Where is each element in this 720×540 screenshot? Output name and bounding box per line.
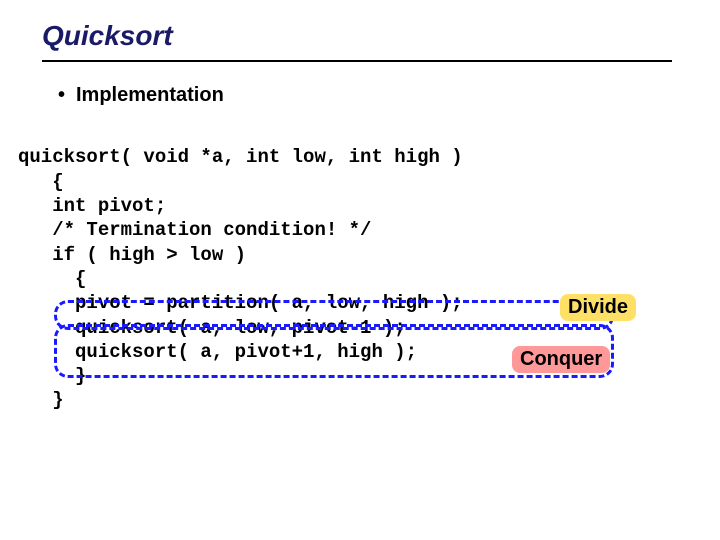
divide-label: Divide: [560, 294, 636, 321]
code-line: /* Termination condition! */: [18, 219, 371, 241]
bullet-dot: •: [58, 84, 76, 107]
slide: Quicksort •Implementation quicksort( voi…: [0, 0, 720, 540]
code-line: }: [18, 389, 64, 411]
code-line: {: [18, 171, 64, 193]
code-line: if ( high > low ): [18, 244, 246, 266]
bullet-text: Implementation: [76, 84, 224, 106]
bullet-line: •Implementation: [58, 84, 720, 107]
code-block: quicksort( void *a, int low, int high ) …: [18, 121, 720, 437]
conquer-label: Conquer: [512, 346, 610, 373]
code-line: quicksort( void *a, int low, int high ): [18, 146, 463, 168]
code-line: int pivot;: [18, 195, 166, 217]
slide-title: Quicksort: [42, 20, 720, 60]
title-divider: [42, 60, 672, 62]
code-line: {: [18, 268, 86, 290]
